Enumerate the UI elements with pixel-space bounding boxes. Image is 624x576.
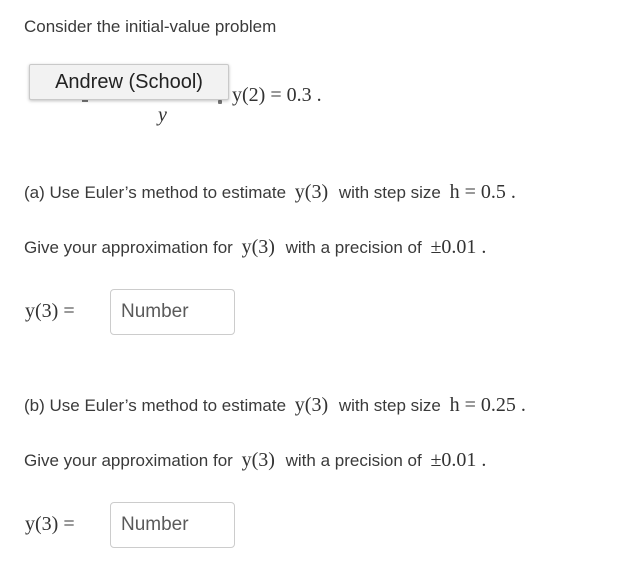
part-a-precision-suffix: with a precision of	[285, 238, 422, 257]
part-b-precision-target: y(3)	[241, 449, 275, 471]
part-a-answer-input[interactable]	[110, 289, 235, 335]
obscured-glyph-right	[218, 100, 222, 104]
fraction-denominator-var: y	[158, 104, 167, 126]
user-tooltip: Andrew (School)	[29, 64, 229, 100]
part-a-precision-text: Give your approximation for	[24, 238, 233, 257]
part-b-precision-text: Give your approximation for	[24, 451, 233, 470]
part-a-target: y(3)	[294, 181, 329, 203]
part-b-precision-suffix: with a precision of	[285, 451, 422, 470]
part-a-step-text: with step size	[338, 183, 441, 202]
part-b-precision: Give your approximation for y(3) with a …	[24, 449, 486, 472]
part-a-label-text: (a) Use Euler’s method to estimate	[24, 183, 287, 202]
initial-condition: y(2) = 0.3 .	[232, 84, 322, 106]
problem-intro: Consider the initial-value problem	[24, 17, 277, 36]
part-b-step-math: h = 0.25 .	[449, 394, 526, 416]
part-a-answer-label: y(3) =	[25, 300, 75, 322]
part-b-answer-label: y(3) =	[25, 513, 75, 535]
obscured-glyph-left	[82, 100, 88, 102]
part-a-step-math: h = 0.5 .	[449, 181, 516, 203]
part-b-target: y(3)	[294, 394, 329, 416]
part-b-label-text: (b) Use Euler’s method to estimate	[24, 396, 287, 415]
part-a-precision-value: ±0.01 .	[430, 236, 487, 258]
part-a-precision-target: y(3)	[241, 236, 275, 258]
part-a-precision: Give your approximation for y(3) with a …	[24, 236, 486, 259]
fraction-denominator: y	[158, 104, 167, 127]
part-b-precision-value: ±0.01 .	[430, 449, 487, 471]
part-b-step-text: with step size	[338, 396, 441, 415]
part-a-label: (a) Use Euler’s method to estimate y(3) …	[24, 181, 516, 204]
part-b-label: (b) Use Euler’s method to estimate y(3) …	[24, 394, 526, 417]
part-b-answer-input[interactable]	[110, 502, 235, 548]
